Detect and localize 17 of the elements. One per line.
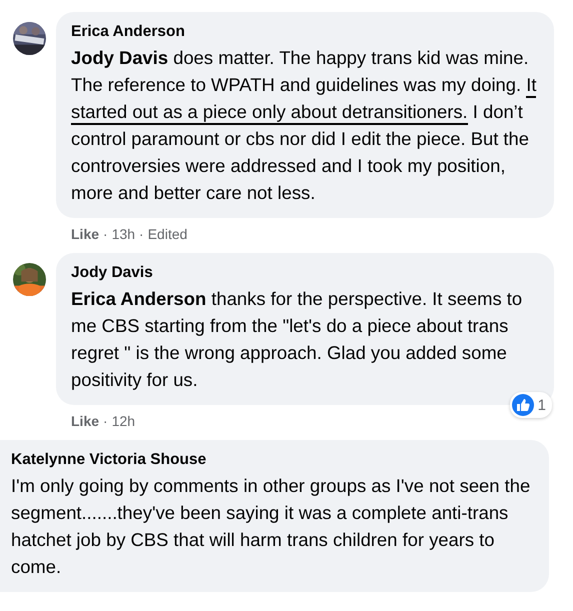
thumbs-up-icon	[512, 394, 534, 416]
separator-dot: ·	[139, 225, 144, 243]
reaction-count: 1	[538, 396, 546, 414]
like-link[interactable]: Like	[71, 225, 100, 243]
edited-label: Edited	[148, 225, 188, 243]
separator-dot: ·	[103, 412, 108, 430]
commenter-name[interactable]: Jody Davis	[71, 262, 540, 283]
commenter-name[interactable]: Katelynne Victoria Shouse	[11, 449, 535, 470]
comment-text: I'm only going by comments in other groups as I've not seen the segment.......they've been saying it was a complete anti-trans hatchet job by CBS that will harm trans children for years to come.	[11, 474, 532, 579]
reaction-badge[interactable]: 1	[510, 392, 552, 418]
separator-dot: ·	[103, 225, 108, 243]
comment-time[interactable]: 12h	[112, 412, 136, 430]
comment-text: Jody Davis does matter. The happy trans kid was mine. The reference to WPATH and guidelines was my doing. It started out as a piece only about detransitioners. I don’t control paramount or cbs nor did I edit the piece. But the controversies were addressed and I took my position, more and better care not less.	[71, 46, 538, 205]
commenter-name[interactable]: Erica Anderson	[71, 21, 540, 42]
comment-time[interactable]: 13h	[112, 225, 136, 243]
comment-text: Erica Anderson thanks for the perspective. It seems to me CBS starting from the "let's do a piece about trans regret " is the wrong approach. Glad you added some positivity for us.	[71, 287, 524, 392]
like-link[interactable]: Like	[71, 412, 100, 430]
